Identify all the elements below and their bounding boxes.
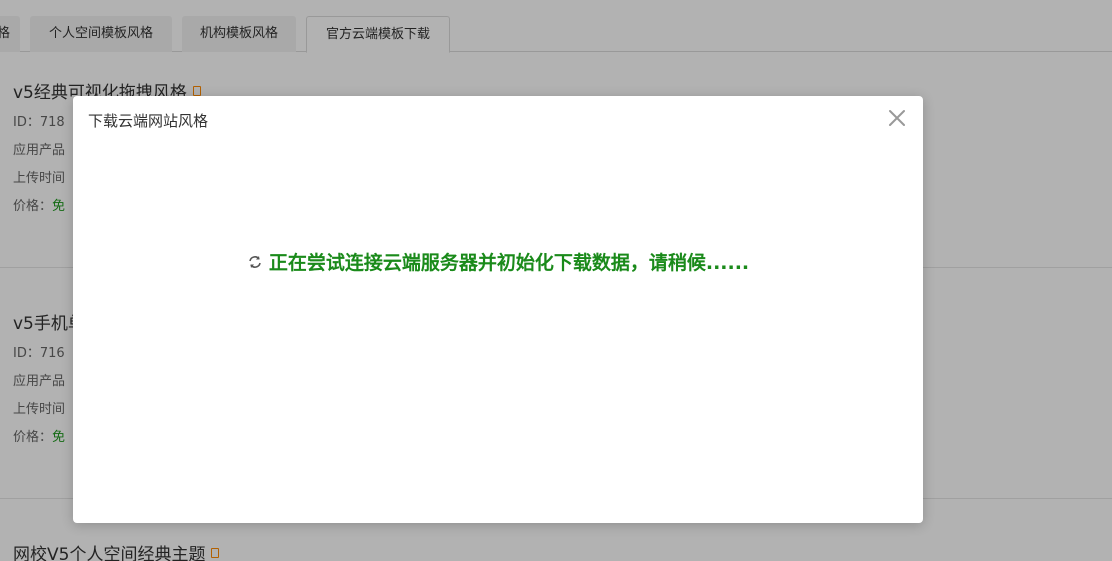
- refresh-icon: [247, 254, 263, 270]
- close-icon[interactable]: [885, 106, 909, 130]
- loading-text: 正在尝试连接云端服务器并初始化下载数据，请稍候......: [268, 252, 750, 274]
- dialog-title: 下载云端网站风格: [88, 112, 209, 130]
- download-cloud-style-dialog: 下载云端网站风格 正在尝试连接云端服务器并初始化下载数据，请稍候......: [73, 96, 923, 523]
- loading-message: 正在尝试连接云端服务器并初始化下载数据，请稍候......: [73, 248, 923, 275]
